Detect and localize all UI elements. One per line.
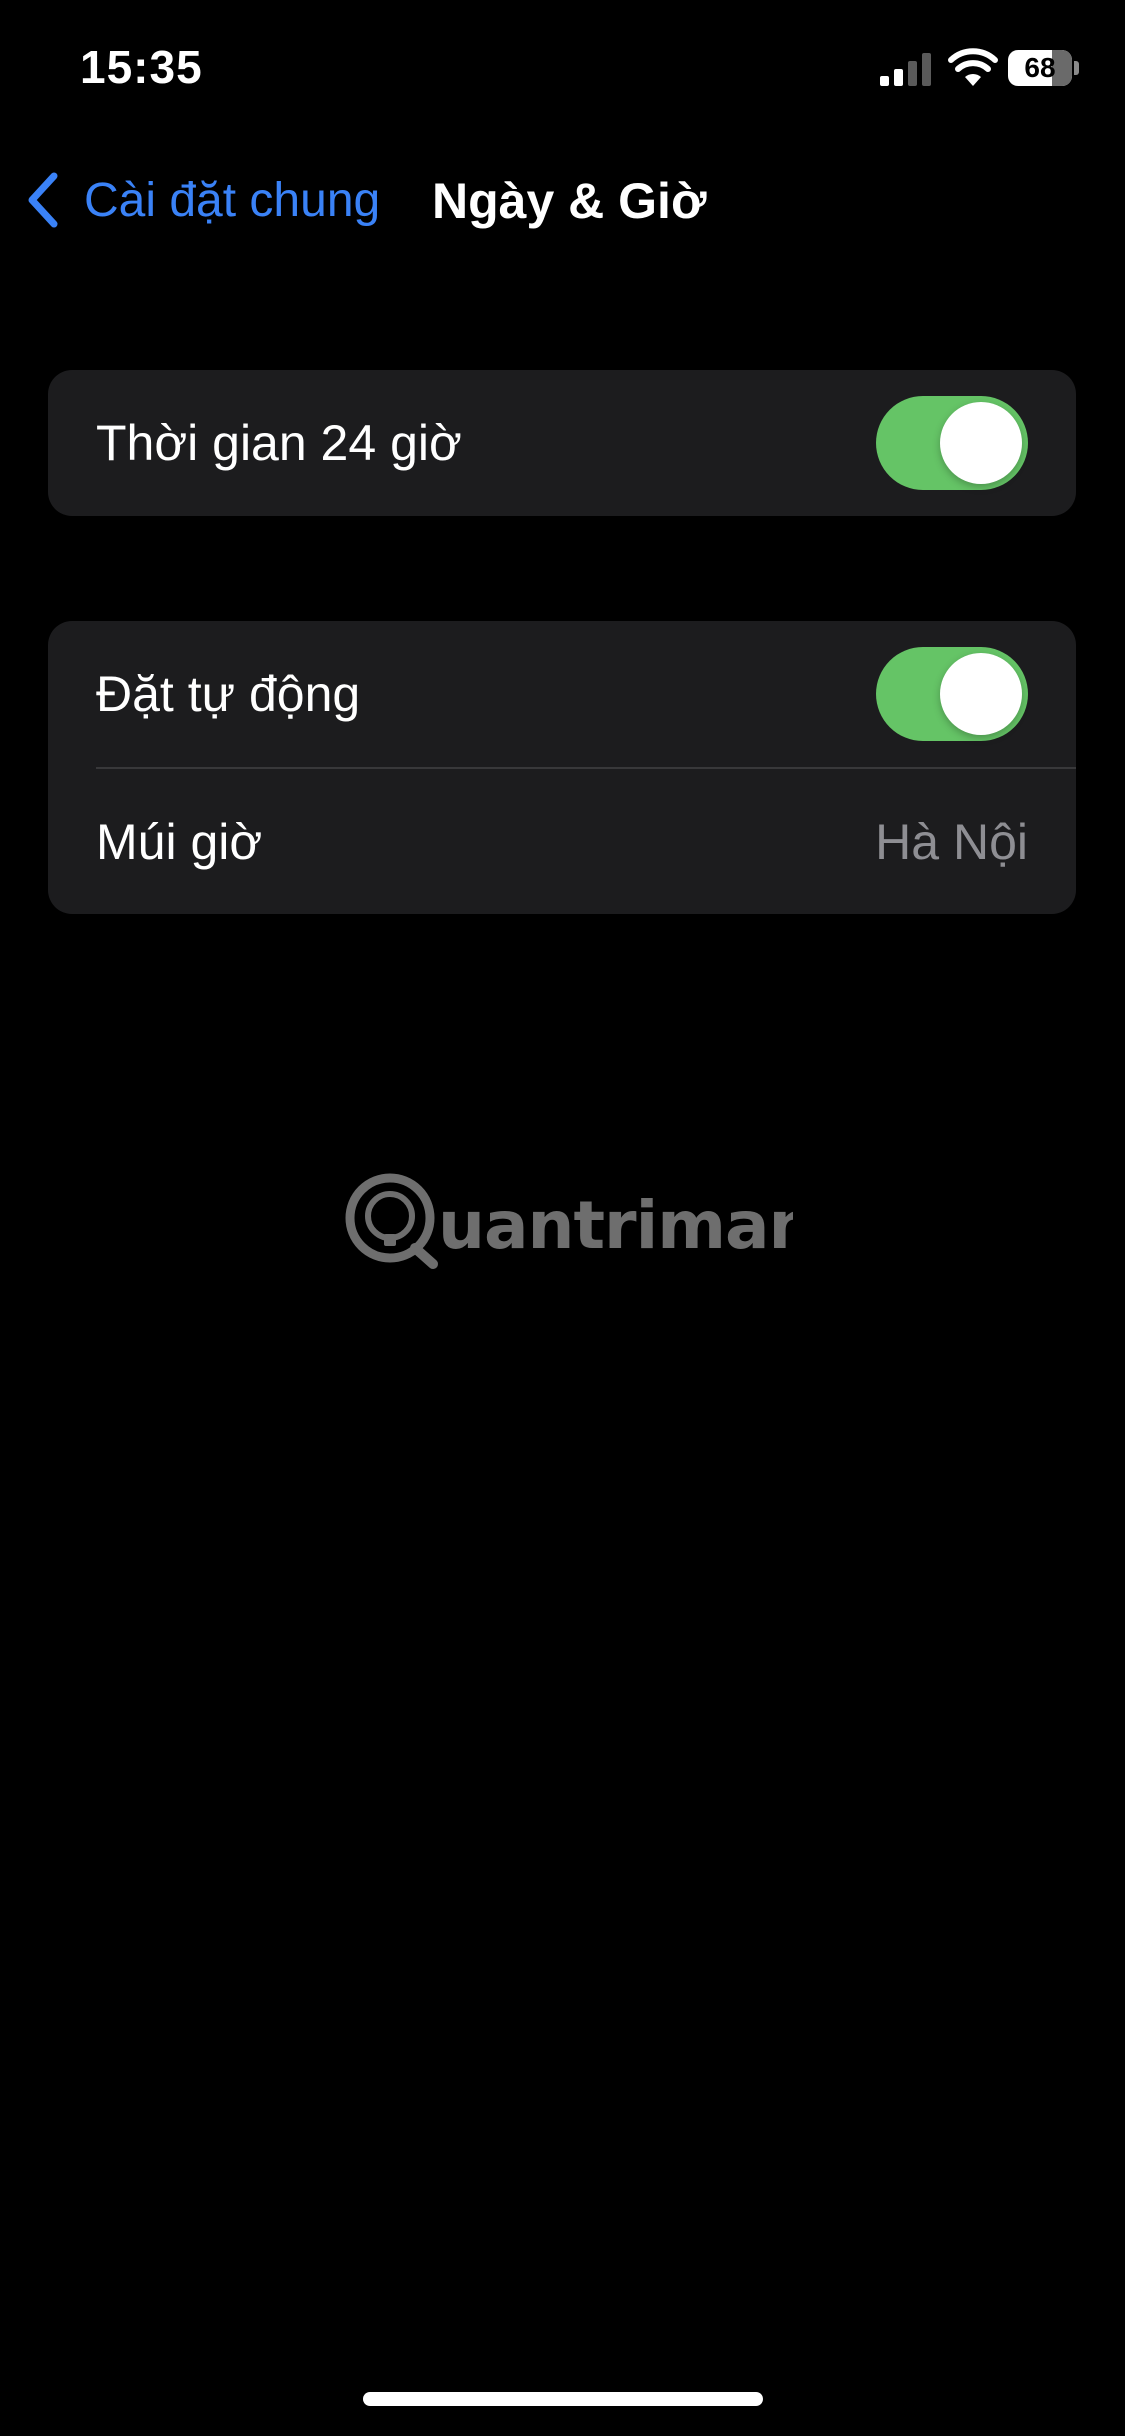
battery-level: 68 — [1024, 52, 1056, 83]
home-indicator[interactable] — [363, 2392, 763, 2406]
back-button-label: Cài đặt chung — [84, 173, 381, 227]
toggle-set-automatically[interactable] — [876, 647, 1028, 741]
quantrimang-watermark-logo: uantrimang — [345, 1173, 793, 1269]
battery-cap — [1074, 61, 1079, 75]
row-24-hour-time: Thời gian 24 giờ — [48, 370, 1076, 516]
battery-body: 68 — [1008, 50, 1072, 86]
wifi-icon — [948, 48, 998, 86]
page-title: Ngày & Giờ — [432, 173, 707, 229]
row-set-automatically: Đặt tự động — [48, 621, 1076, 767]
time-zone-value: Hà Nội — [875, 814, 1028, 870]
settings-group-time-format: Thời gian 24 giờ — [48, 370, 1076, 516]
row-time-zone[interactable]: Múi giờ Hà Nội — [48, 769, 1076, 914]
status-bar: 15:35 68 — [0, 0, 1125, 140]
row-label-set-automatically: Đặt tự động — [96, 666, 361, 722]
toggle-24-hour-time[interactable] — [876, 396, 1028, 490]
toggle-knob — [940, 653, 1022, 735]
settings-group-automatic: Đặt tự động Múi giờ Hà Nội — [48, 621, 1076, 914]
back-button[interactable]: Cài đặt chung — [22, 160, 380, 240]
svg-text:uantrimang: uantrimang — [438, 1187, 793, 1264]
status-time: 15:35 — [80, 41, 203, 93]
battery-icon: 68 — [1008, 50, 1079, 86]
chevron-left-icon — [28, 172, 58, 228]
navigation-bar: Cài đặt chung Ngày & Giờ — [0, 150, 1125, 250]
toggle-knob — [940, 402, 1022, 484]
row-label-24-hour-time: Thời gian 24 giờ — [96, 415, 462, 471]
row-label-time-zone: Múi giờ — [96, 814, 263, 870]
cellular-signal-icon — [880, 53, 931, 86]
